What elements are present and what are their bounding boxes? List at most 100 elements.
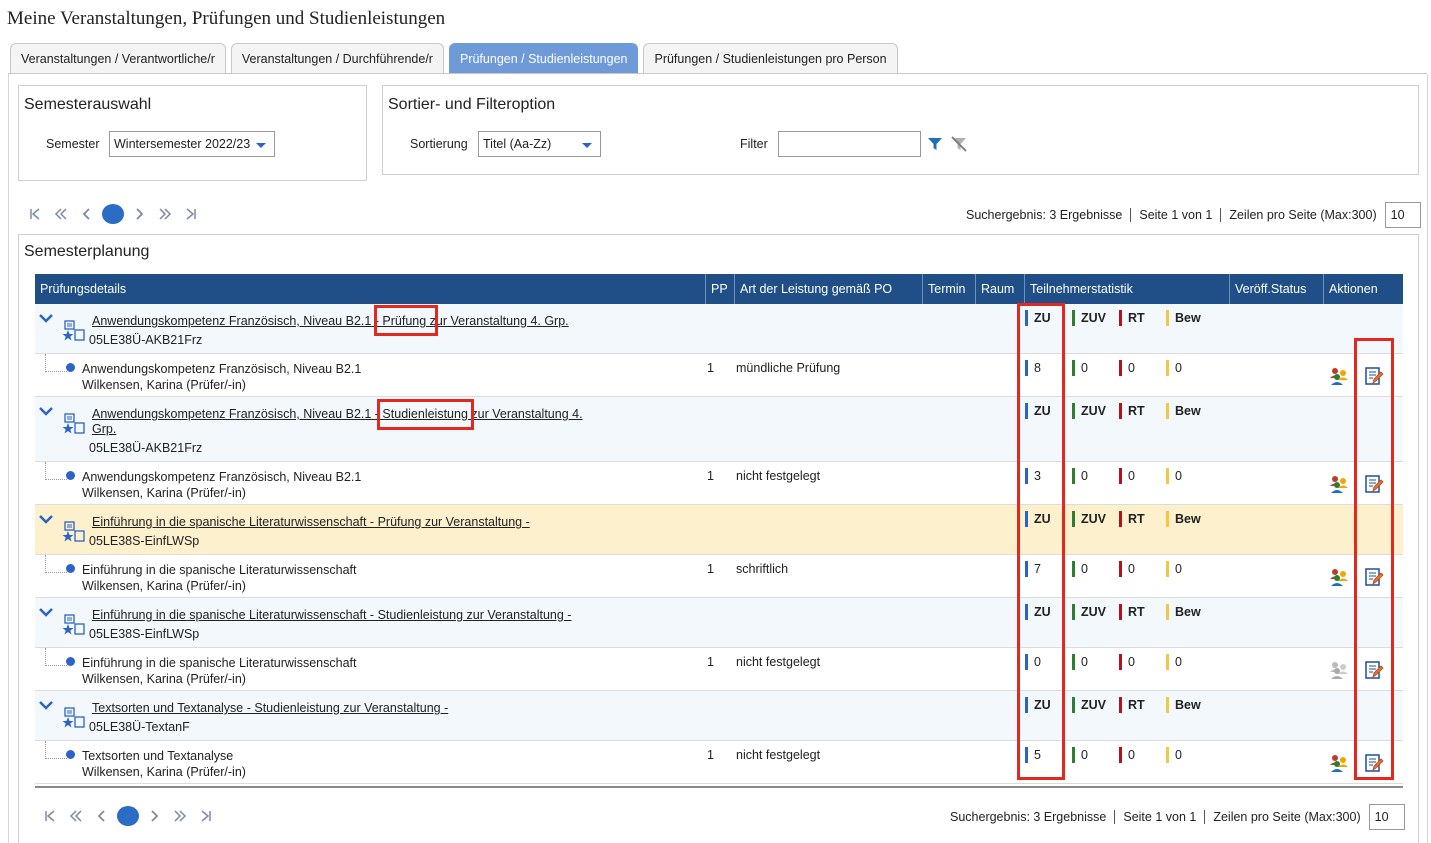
participants-icon[interactable]: [1328, 753, 1350, 773]
exam-title-link[interactable]: Textsorten und Textanalyse - Studienleis…: [92, 701, 448, 716]
bullet-icon: [66, 564, 75, 573]
stat-bew-value: 0: [1166, 561, 1182, 577]
sort-filter-panel: Sortier- und Filteroption Sortierung Tit…: [382, 85, 1419, 175]
fast-forward-icon[interactable]: [152, 204, 178, 224]
exam-group-row: Textsorten und Textanalyse - Studienleis…: [35, 691, 1403, 741]
bullet-icon: [66, 363, 75, 372]
stat-bew-value: 0: [1166, 747, 1182, 763]
examiner-name: Wilkensen, Karina (Prüfer/-in): [82, 486, 246, 500]
page-title: Meine Veranstaltungen, Prüfungen und Stu…: [7, 8, 446, 29]
col-termin[interactable]: Termin: [923, 274, 976, 304]
stat-zuv-value: 0: [1072, 468, 1088, 484]
last-page-icon[interactable]: [178, 204, 204, 224]
tree-connector: [45, 354, 67, 372]
fast-forward-icon[interactable]: [167, 806, 193, 826]
tab-pruefungen-pro-person[interactable]: Prüfungen / Studienleistungen pro Person: [643, 43, 898, 74]
exam-title-link[interactable]: Anwendungskompetenz Französisch, Niveau …: [92, 407, 587, 437]
semester-select-value: Wintersemester 2022/23: [114, 137, 251, 151]
filter-label: Filter: [740, 137, 768, 151]
col-pruefungsdetails[interactable]: Prüfungsdetails: [35, 274, 706, 304]
col-teilnehmerstatistik[interactable]: Teilnehmerstatistik: [1025, 274, 1230, 304]
pp-value: 1: [707, 469, 714, 483]
stat-zuv-label: ZUV: [1072, 697, 1106, 713]
stat-bew-label: Bew: [1166, 697, 1201, 713]
fast-back-icon[interactable]: [63, 806, 89, 826]
stat-bew-label: Bew: [1166, 604, 1201, 620]
stat-bew-label: Bew: [1166, 511, 1201, 527]
first-page-icon[interactable]: [22, 204, 48, 224]
prev-page-icon[interactable]: [89, 806, 115, 826]
chevron-down-icon[interactable]: [37, 405, 55, 417]
filter-icon[interactable]: [926, 135, 944, 153]
current-page-button[interactable]: [100, 204, 126, 224]
stat-bew-value: 0: [1166, 360, 1182, 376]
exam-code: 05LE38S-EinfLWSp: [89, 534, 200, 548]
rows-per-page-label: Zeilen pro Seite (Max:300): [1213, 810, 1361, 824]
semester-select[interactable]: Wintersemester 2022/23: [109, 131, 275, 157]
participants-icon[interactable]: [1328, 567, 1350, 587]
pp-value: 1: [707, 748, 714, 762]
exam-type-icon: [62, 707, 85, 728]
pp-value: 1: [707, 655, 714, 669]
sort-select[interactable]: Titel (Aa-Zz): [478, 131, 601, 157]
exam-title-link[interactable]: Einführung in die spanische Literaturwis…: [92, 608, 571, 623]
stat-rt-value: 0: [1119, 654, 1135, 670]
stat-zuv-value: 0: [1072, 654, 1088, 670]
exam-detail-row: Einführung in die spanische Literaturwis…: [35, 648, 1403, 691]
highlight-box-studienleistung: [377, 399, 474, 430]
exam-code: 05LE38Ü-AKB21Frz: [89, 441, 203, 455]
col-art-der-leistung[interactable]: Art der Leistung gemäß PO: [735, 274, 923, 304]
participants-icon[interactable]: [1328, 474, 1350, 494]
course-name: Einführung in die spanische Literaturwis…: [82, 563, 357, 577]
col-veroeff-status[interactable]: Veröff.Status: [1230, 274, 1324, 304]
stat-rt-label: RT: [1119, 511, 1145, 527]
rows-per-page-input[interactable]: 10: [1368, 804, 1405, 830]
rows-per-page-input[interactable]: 10: [1384, 202, 1421, 228]
col-raum[interactable]: Raum: [976, 274, 1025, 304]
chevron-down-icon[interactable]: [37, 312, 55, 324]
chevron-down-icon[interactable]: [37, 699, 55, 711]
exam-code: 05LE38Ü-AKB21Frz: [89, 333, 203, 347]
exam-code: 05LE38Ü-TextanF: [89, 720, 190, 734]
current-page-button[interactable]: [115, 806, 141, 826]
filter-input[interactable]: [778, 131, 921, 157]
tree-connector: [45, 741, 67, 759]
col-pp[interactable]: PP: [706, 274, 735, 304]
next-page-icon[interactable]: [126, 204, 152, 224]
first-page-icon[interactable]: [37, 806, 63, 826]
page-indicator: Seite 1 von 1: [1123, 810, 1197, 824]
course-name: Anwendungskompetenz Französisch, Niveau …: [82, 362, 362, 376]
art-der-leistung-value: schriftlich: [736, 562, 789, 576]
sort-filter-panel-title: Sortier- und Filteroption: [388, 96, 556, 113]
last-page-icon[interactable]: [193, 806, 219, 826]
stat-zuv-label: ZUV: [1072, 604, 1106, 620]
prev-page-icon[interactable]: [74, 204, 100, 224]
stat-rt-label: RT: [1119, 604, 1145, 620]
tab-veranstaltungen-verantwortliche[interactable]: Veranstaltungen / Verantwortliche/r: [10, 43, 226, 74]
exam-table: Prüfungsdetails PP Art der Leistung gemä…: [35, 274, 1403, 784]
exam-group-row: Einführung in die spanische Literaturwis…: [35, 505, 1403, 555]
exam-detail-text: Textsorten und Textanalyse Wilkensen, Kar…: [82, 748, 246, 780]
chevron-down-icon: [582, 143, 592, 148]
tab-veranstaltungen-durchfuehrende[interactable]: Veranstaltungen / Durchführende/r: [230, 43, 444, 74]
clear-filter-icon[interactable]: [950, 135, 968, 153]
exam-title-link[interactable]: Anwendungskompetenz Französisch, Niveau …: [92, 314, 569, 329]
page-indicator: Seite 1 von 1: [1139, 208, 1213, 222]
chevron-down-icon[interactable]: [37, 606, 55, 618]
exam-detail-text: Anwendungskompetenz Französisch, Niveau …: [82, 361, 361, 393]
chevron-down-icon[interactable]: [37, 513, 55, 525]
col-aktionen[interactable]: Aktionen: [1324, 274, 1403, 304]
rows-per-page-label: Zeilen pro Seite (Max:300): [1229, 208, 1377, 222]
exam-type-icon: [62, 320, 85, 341]
fast-back-icon[interactable]: [48, 204, 74, 224]
next-page-icon[interactable]: [141, 806, 167, 826]
stat-rt-label: RT: [1119, 697, 1145, 713]
tab-pruefungen-studienleistungen[interactable]: Prüfungen / Studienleistungen: [448, 43, 639, 74]
highlight-box-actions-column: [1354, 338, 1394, 780]
exam-title-link[interactable]: Einführung in die spanische Literaturwis…: [92, 515, 530, 530]
participants-icon[interactable]: [1328, 366, 1350, 386]
pagination-info-bottom: Suchergebnis: 3 Ergebnisse Seite 1 von 1…: [950, 804, 1405, 830]
exam-detail-text: Einführung in die spanische Literaturwis…: [82, 562, 356, 594]
art-der-leistung-value: mündliche Prüfung: [736, 361, 841, 375]
participants-icon[interactable]: [1328, 660, 1350, 680]
